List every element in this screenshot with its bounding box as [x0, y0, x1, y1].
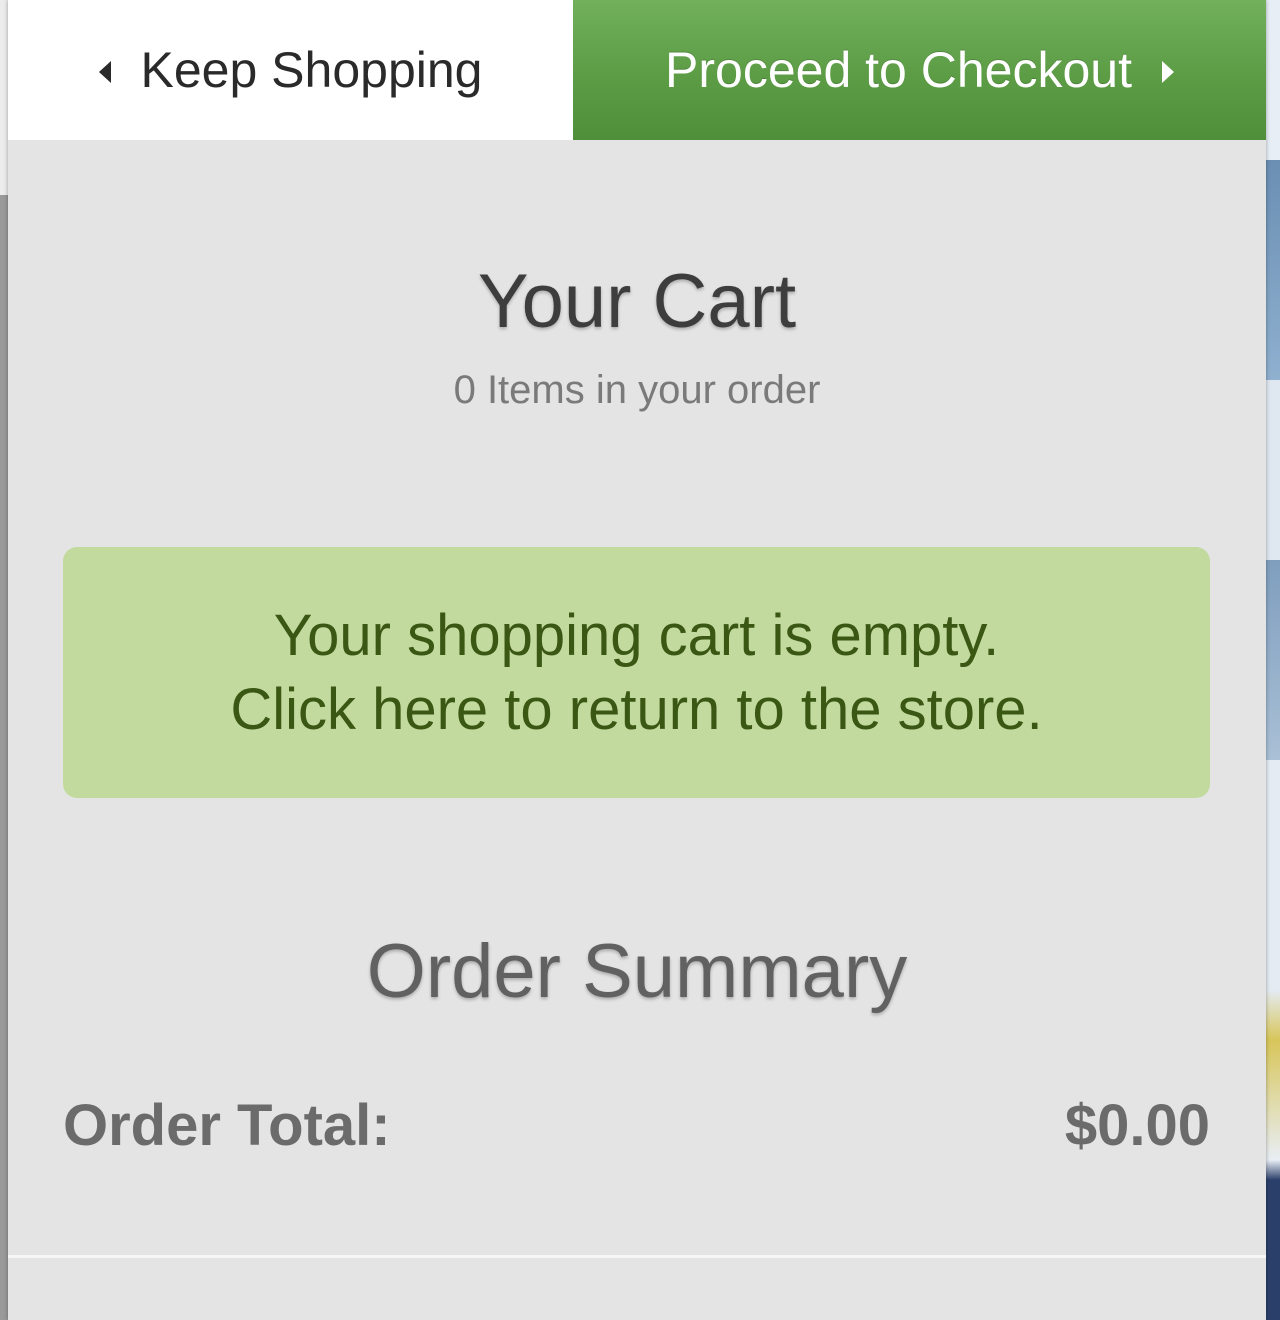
caret-right-icon — [1161, 61, 1174, 83]
caret-left-icon — [98, 61, 111, 83]
cart-item-count: 0 Items in your order — [453, 368, 821, 412]
background-page-left — [0, 0, 8, 1320]
order-total-label: Order Total: — [63, 1093, 391, 1158]
order-total-row: Order Total: $0.00 — [63, 1092, 1210, 1159]
cart-title: Your Cart — [477, 259, 797, 344]
divider — [8, 1255, 1266, 1258]
proceed-to-checkout-button[interactable]: Proceed to Checkout — [573, 0, 1266, 140]
keep-shopping-label: Keep Shopping — [140, 42, 483, 98]
order-summary-title: Order Summary — [366, 929, 908, 1014]
background-page-left-top — [0, 0, 8, 195]
background-store-page — [1266, 0, 1280, 1320]
empty-cart-message[interactable]: Your shopping cart is empty. Click here … — [63, 547, 1210, 798]
order-total-value: $0.00 — [1064, 1093, 1210, 1158]
cart-drawer: Keep Shopping Proceed to Checkout Your C… — [8, 0, 1266, 1320]
cart-topbar: Keep Shopping Proceed to Checkout — [8, 0, 1266, 140]
return-to-store-link[interactable]: Click here to return to the store. — [230, 673, 1042, 747]
empty-cart-line-1: Your shopping cart is empty. — [273, 602, 1000, 668]
keep-shopping-button[interactable]: Keep Shopping — [8, 0, 573, 140]
checkout-label: Proceed to Checkout — [665, 42, 1132, 98]
